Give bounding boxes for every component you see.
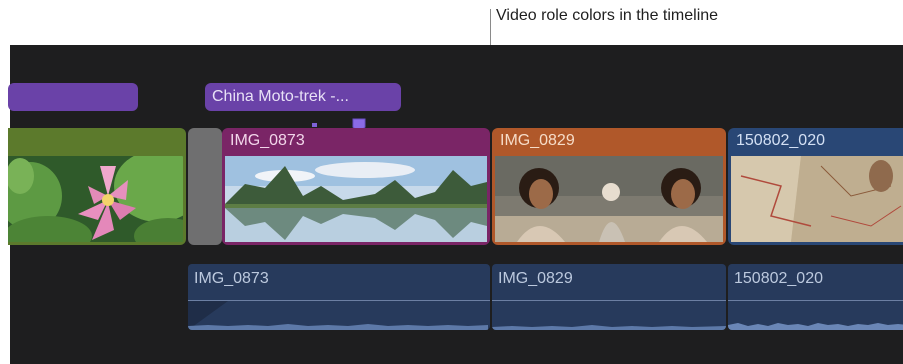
marker-dot bbox=[312, 123, 317, 127]
audio-clip-name: IMG_0873 bbox=[194, 270, 269, 287]
volume-line[interactable] bbox=[188, 300, 490, 301]
volume-line[interactable] bbox=[728, 300, 903, 301]
clip-thumbnail bbox=[225, 156, 487, 242]
title-clip-china-moto-trek[interactable]: China Moto-trek -... bbox=[205, 83, 401, 111]
audio-waveform bbox=[492, 325, 726, 330]
video-clip-img-0873[interactable]: IMG_0873 bbox=[222, 128, 490, 245]
audio-waveform bbox=[188, 324, 488, 330]
clip-thumbnail bbox=[495, 156, 723, 242]
callout-label: Video role colors in the timeline bbox=[496, 7, 719, 24]
video-clip-img-0829[interactable]: IMG_0829 bbox=[492, 128, 726, 245]
audio-clip-img-0873[interactable]: IMG_0873 bbox=[188, 264, 490, 330]
title-clip-label: China Moto-trek -... bbox=[212, 88, 349, 105]
audio-clip-150802-020[interactable]: 150802_020 bbox=[728, 264, 903, 330]
clip-thumbnail bbox=[731, 156, 903, 242]
clip-name: IMG_0829 bbox=[500, 132, 575, 149]
audio-waveform bbox=[728, 323, 903, 330]
lotus-thumbnail-image bbox=[8, 156, 183, 242]
audio-clip-name: 150802_020 bbox=[734, 270, 823, 287]
clip-name: IMG_0873 bbox=[230, 132, 305, 149]
travelers-thumbnail bbox=[495, 156, 723, 242]
gap-clip[interactable] bbox=[188, 128, 222, 245]
karst-landscape-thumbnail bbox=[225, 156, 487, 242]
volume-line[interactable] bbox=[492, 300, 726, 301]
video-clip-150802-020[interactable]: 150802_020 bbox=[728, 128, 903, 245]
clip-name: 150802_020 bbox=[736, 132, 825, 149]
map-thumbnail bbox=[731, 156, 903, 242]
callout-area bbox=[0, 0, 903, 45]
video-clip-lotus[interactable] bbox=[8, 128, 186, 245]
audio-clip-img-0829[interactable]: IMG_0829 bbox=[492, 264, 726, 330]
audio-clip-name: IMG_0829 bbox=[498, 270, 573, 287]
title-clip-partial[interactable] bbox=[8, 83, 138, 111]
clip-thumbnail bbox=[8, 156, 183, 242]
